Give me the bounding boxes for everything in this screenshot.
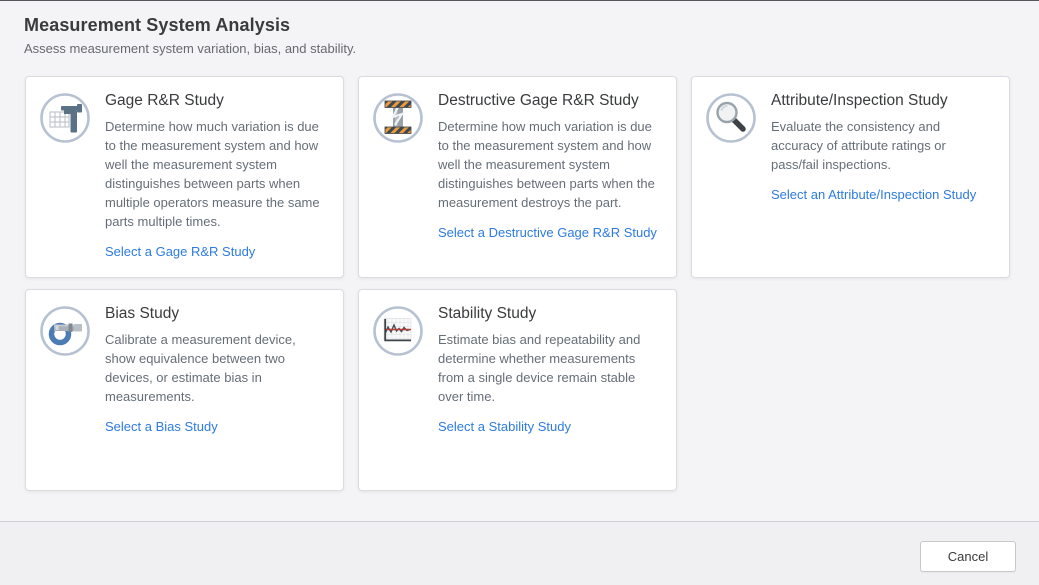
card-title: Gage R&R Study	[105, 92, 329, 110]
card-description: Determine how much variation is due to t…	[105, 117, 329, 231]
magnifier-icon	[705, 92, 757, 149]
card-description: Evaluate the consistency and accuracy of…	[771, 117, 995, 174]
card-destructive-gage-rr-study: Destructive Gage R&R Study Determine how…	[358, 76, 677, 278]
destructive-test-icon	[372, 92, 424, 149]
cancel-button[interactable]: Cancel	[920, 541, 1016, 572]
card-title: Stability Study	[438, 305, 662, 323]
card-description: Determine how much variation is due to t…	[438, 117, 662, 212]
select-stability-study-link[interactable]: Select a Stability Study	[438, 419, 571, 434]
card-attribute-inspection-study: Attribute/Inspection Study Evaluate the …	[691, 76, 1010, 278]
card-title: Attribute/Inspection Study	[771, 92, 995, 110]
select-destructive-gage-rr-link[interactable]: Select a Destructive Gage R&R Study	[438, 225, 657, 240]
caliper-gage-icon	[39, 92, 91, 149]
run-chart-icon	[372, 305, 424, 362]
card-gage-rr-study: Gage R&R Study Determine how much variat…	[25, 76, 344, 278]
study-card-grid: Gage R&R Study Determine how much variat…	[25, 76, 1010, 491]
card-bias-study: Bias Study Calibrate a measurement devic…	[25, 289, 344, 491]
dialog-footer: Cancel	[0, 521, 1039, 585]
select-bias-study-link[interactable]: Select a Bias Study	[105, 419, 218, 434]
card-title: Destructive Gage R&R Study	[438, 92, 662, 110]
dialog-header: Measurement System Analysis Assess measu…	[0, 1, 1039, 56]
select-gage-rr-link[interactable]: Select a Gage R&R Study	[105, 244, 255, 259]
card-title: Bias Study	[105, 305, 329, 323]
micrometer-icon	[39, 305, 91, 362]
page-subtitle: Assess measurement system variation, bia…	[24, 41, 1015, 56]
select-attribute-inspection-link[interactable]: Select an Attribute/Inspection Study	[771, 187, 976, 202]
card-description: Calibrate a measurement device, show equ…	[105, 330, 329, 406]
card-stability-study: Stability Study Estimate bias and repeat…	[358, 289, 677, 491]
card-description: Estimate bias and repeatability and dete…	[438, 330, 662, 406]
page-title: Measurement System Analysis	[24, 15, 1015, 36]
